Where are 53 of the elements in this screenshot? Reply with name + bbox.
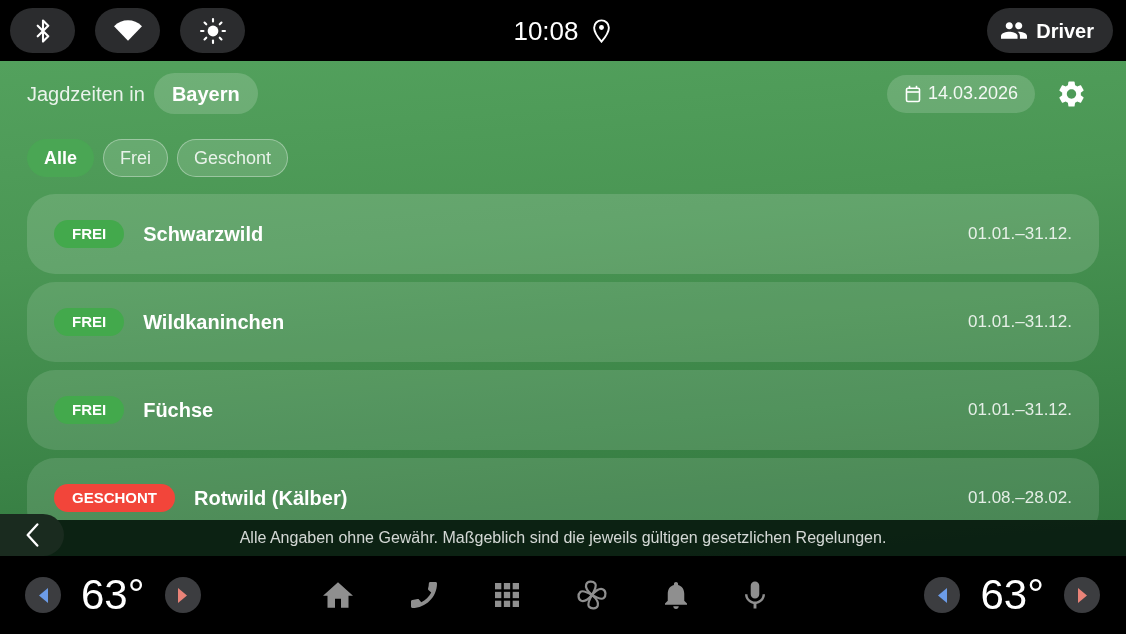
temp-up-button[interactable]	[1064, 577, 1100, 613]
calendar-icon	[904, 84, 921, 103]
status-badge: FREI	[54, 396, 125, 424]
season-row[interactable]: FREI Füchse 01.01.–31.12.	[27, 370, 1099, 450]
fan-icon[interactable]	[577, 580, 608, 610]
caret-right-icon	[1077, 587, 1087, 603]
settings-icon[interactable]	[1059, 80, 1084, 107]
temp-down-button[interactable]	[924, 577, 961, 613]
season-row[interactable]: FREI Schwarzwild 01.01.–31.12.	[27, 194, 1099, 274]
temperature-reading: 63°	[980, 571, 1044, 619]
season-row[interactable]: GESCHONT Rotwild (Kälber) 01.08.–28.02.	[27, 458, 1099, 520]
temp-down-button[interactable]	[25, 577, 61, 613]
status-badge: GESCHONT	[54, 484, 175, 512]
driver-profile-button[interactable]: Driver	[987, 8, 1113, 53]
location-pin-icon	[592, 18, 610, 43]
sun-icon	[199, 17, 226, 44]
season-row[interactable]: FREI Wildkaninchen 01.01.–31.12.	[27, 282, 1099, 362]
region-selector[interactable]: Bayern	[153, 73, 258, 114]
clock-time: 10:08	[513, 15, 579, 46]
bluetooth-button[interactable]	[10, 8, 75, 53]
apps-grid-icon[interactable]	[495, 583, 520, 607]
phone-icon[interactable]	[411, 582, 438, 608]
season-period: 01.01.–31.12.	[968, 399, 1072, 422]
wifi-button[interactable]	[95, 8, 160, 53]
date-button[interactable]: 14.03.2026	[886, 74, 1035, 113]
status-badge: FREI	[54, 220, 125, 248]
filter-chip[interactable]: Geschont	[177, 139, 289, 177]
filter-chip[interactable]: Frei	[103, 139, 168, 177]
chevron-left-icon	[25, 523, 39, 547]
home-icon[interactable]	[323, 582, 354, 608]
bell-icon[interactable]	[665, 581, 688, 609]
status-badge: FREI	[54, 308, 125, 336]
species-name: Schwarzwild	[143, 222, 264, 247]
temperature-reading: 63°	[81, 571, 145, 619]
back-button[interactable]	[0, 514, 64, 556]
microphone-icon[interactable]	[745, 581, 766, 609]
people-icon	[1001, 22, 1028, 39]
header-title: Jagdzeiten in	[27, 81, 145, 107]
species-name: Rotwild (Kälber)	[194, 486, 348, 511]
season-period: 01.01.–31.12.	[968, 223, 1072, 246]
species-name: Füchse	[143, 398, 214, 423]
species-name: Wildkaninchen	[143, 310, 285, 335]
disclaimer-text: Alle Angaben ohne Gewähr. Maßgeblich sind die jeweils gültigen gesetzlichen Regelungen.	[239, 528, 887, 548]
caret-right-icon	[178, 587, 187, 603]
wifi-icon	[113, 20, 142, 41]
season-period: 01.08.–28.02.	[968, 487, 1072, 510]
caret-left-icon	[38, 587, 48, 603]
brightness-button[interactable]	[180, 8, 245, 53]
bluetooth-icon	[35, 18, 50, 43]
filter-chip[interactable]: Alle	[27, 139, 94, 177]
season-period: 01.01.–31.12.	[968, 311, 1072, 334]
caret-left-icon	[938, 587, 947, 603]
temp-up-button[interactable]	[164, 577, 201, 613]
